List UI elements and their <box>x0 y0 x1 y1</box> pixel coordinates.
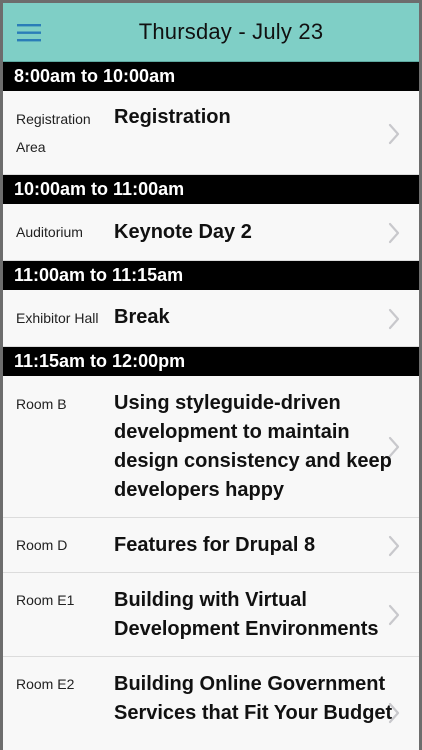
session-row[interactable]: Room D Features for Drupal 8 <box>3 518 419 573</box>
session-title: Building Online Government Services that… <box>114 673 393 724</box>
session-room: Room E2 <box>16 676 75 692</box>
nav-bar: Thursday - July 23 <box>3 3 419 62</box>
session-room: Registration Area <box>16 111 91 155</box>
session-row[interactable]: Registration Area Registration <box>3 91 419 175</box>
session-room: Room E1 <box>16 592 75 608</box>
session-room: Auditorium <box>16 224 83 240</box>
hamburger-menu-icon <box>17 24 41 42</box>
session-title: Break <box>114 306 170 328</box>
time-slot-header: 11:15am to 12:00pm <box>3 347 419 376</box>
session-row[interactable]: Room E1 Building with Virtual Developmen… <box>3 573 419 657</box>
chevron-right-icon <box>387 308 401 330</box>
phone-screen: Thursday - July 23 8:00am to 10:00am Reg… <box>3 3 419 750</box>
page-title: Thursday - July 23 <box>138 19 324 44</box>
session-row[interactable]: Room B Using styleguide-driven developme… <box>3 376 419 518</box>
chevron-right-icon <box>387 436 401 458</box>
session-title: Using styleguide-driven development to m… <box>114 392 392 501</box>
chevron-right-icon <box>387 604 401 626</box>
schedule-list[interactable]: 8:00am to 10:00am Registration Area Regi… <box>3 62 419 750</box>
chevron-right-icon <box>387 222 401 244</box>
chevron-right-icon <box>387 123 401 145</box>
chevron-right-icon <box>387 702 401 724</box>
time-slot-header: 11:00am to 11:15am <box>3 261 419 290</box>
chevron-right-icon <box>387 535 401 557</box>
session-row[interactable]: Auditorium Keynote Day 2 <box>3 204 419 261</box>
time-slot-header: 10:00am to 11:00am <box>3 175 419 204</box>
session-row[interactable]: Room E2 Building Online Government Servi… <box>3 657 419 750</box>
time-slot-header: 8:00am to 10:00am <box>3 62 419 91</box>
session-title: Registration <box>114 106 231 128</box>
session-row[interactable]: Exhibitor Hall Break <box>3 290 419 347</box>
session-room: Exhibitor Hall <box>16 310 99 326</box>
session-room: Room B <box>16 396 67 412</box>
menu-button[interactable] <box>16 20 42 46</box>
session-title: Keynote Day 2 <box>114 221 252 243</box>
session-title: Features for Drupal 8 <box>114 534 316 556</box>
session-title: Building with Virtual Development Enviro… <box>114 589 379 640</box>
session-room: Room D <box>16 537 68 553</box>
